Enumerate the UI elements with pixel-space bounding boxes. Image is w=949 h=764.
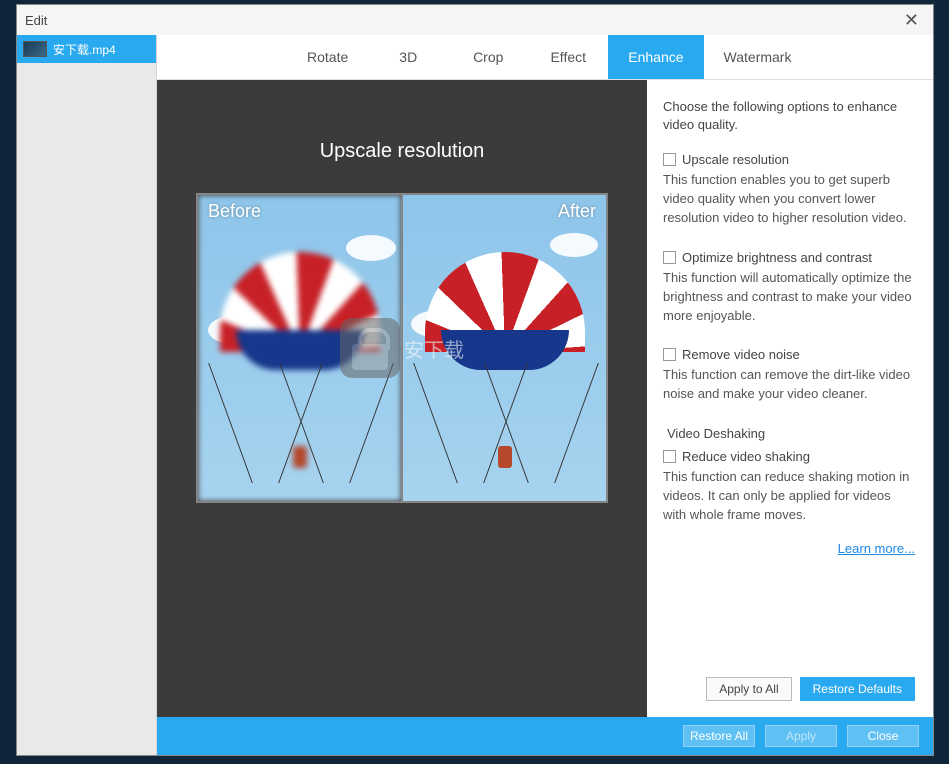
before-image (198, 195, 401, 501)
checkbox-label: Upscale resolution (682, 152, 789, 167)
option-desc: This function enables you to get superb … (663, 171, 915, 228)
dialog-footer: Restore All Apply Close (157, 717, 933, 755)
deshaking-heading: Video Deshaking (667, 426, 915, 441)
checkbox-deshake[interactable]: Reduce video shaking (663, 449, 915, 464)
tab-enhance[interactable]: Enhance (608, 35, 703, 79)
file-sidebar: 安下载.mp4 (17, 35, 157, 755)
checkbox-upscale[interactable]: Upscale resolution (663, 152, 915, 167)
option-desc: This function will automatically optimiz… (663, 269, 915, 326)
file-thumbnail-icon (23, 41, 47, 57)
titlebar: Edit ✕ (17, 5, 933, 35)
tab-watermark[interactable]: Watermark (704, 35, 812, 79)
restore-defaults-button[interactable]: Restore Defaults (800, 677, 915, 701)
close-icon[interactable]: ✕ (898, 10, 925, 31)
edit-window: Edit ✕ 安下载.mp4 Rotate 3D Crop Effect Enh… (16, 4, 934, 756)
learn-more-link[interactable]: Learn more... (838, 541, 915, 556)
checkbox-icon (663, 251, 676, 264)
after-image (401, 195, 606, 501)
checkbox-icon (663, 153, 676, 166)
options-intro: Choose the following options to enhance … (663, 98, 915, 134)
tab-crop[interactable]: Crop (448, 35, 528, 79)
checkbox-label: Reduce video shaking (682, 449, 810, 464)
checkbox-remove-noise[interactable]: Remove video noise (663, 347, 915, 362)
checkbox-icon (663, 450, 676, 463)
apply-to-all-button[interactable]: Apply to All (706, 677, 791, 701)
before-after-box: Before After 安下载 (196, 193, 608, 503)
window-title: Edit (25, 13, 47, 28)
file-tab-label: 安下载.mp4 (53, 41, 116, 58)
close-button[interactable]: Close (847, 725, 919, 747)
file-tab[interactable]: 安下载.mp4 (17, 35, 156, 63)
apply-button[interactable]: Apply (765, 725, 837, 747)
checkbox-optimize[interactable]: Optimize brightness and contrast (663, 250, 915, 265)
before-label: Before (208, 201, 261, 222)
tab-effect[interactable]: Effect (528, 35, 608, 79)
checkbox-icon (663, 348, 676, 361)
tab-rotate[interactable]: Rotate (287, 35, 368, 79)
enhance-options: Choose the following options to enhance … (647, 80, 933, 717)
tab-3d[interactable]: 3D (368, 35, 448, 79)
checkbox-label: Optimize brightness and contrast (682, 250, 872, 265)
restore-all-button[interactable]: Restore All (683, 725, 755, 747)
preview-pane: Upscale resolution (157, 80, 647, 717)
after-label: After (558, 201, 596, 222)
edit-tabs: Rotate 3D Crop Effect Enhance Watermark (157, 35, 933, 80)
option-desc: This function can reduce shaking motion … (663, 468, 915, 525)
option-desc: This function can remove the dirt-like v… (663, 366, 915, 404)
preview-title: Upscale resolution (320, 140, 485, 163)
checkbox-label: Remove video noise (682, 347, 800, 362)
